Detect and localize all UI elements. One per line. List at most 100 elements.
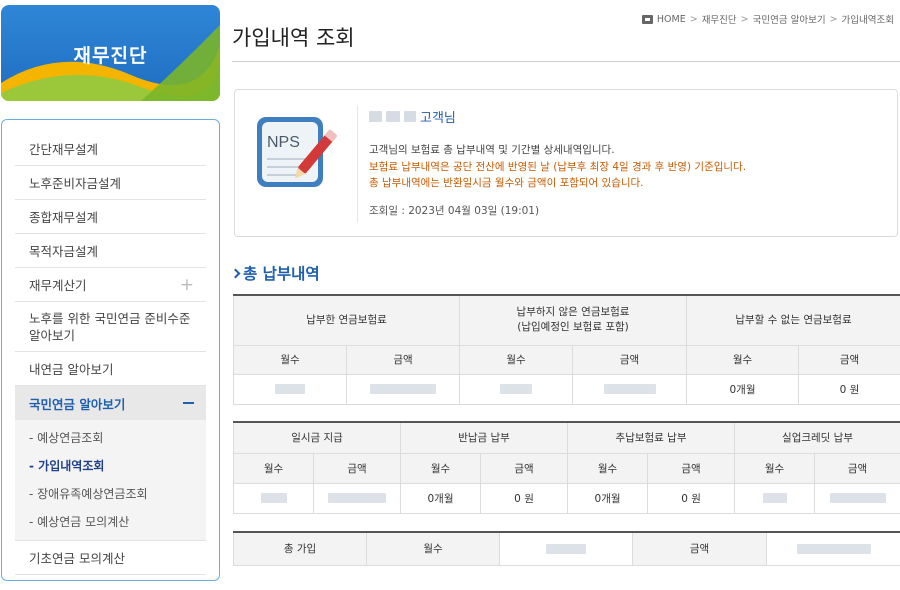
masked-value [766,531,900,566]
sidebar-item-simple-planning[interactable]: 간단재무설계 [15,132,206,166]
header-unpaid-premium-title: 납부하지 않은 연금보험료 [516,306,630,319]
sidebar-item-label: 내연금 알아보기 [29,362,114,377]
info-line-3: 총 납부내역에는 반환일시금 월수와 금액이 포함되어 있습니다. [369,177,644,189]
sidebar-item-label: 노후를 위한 국민연금 준비수준 알아보기 [29,310,191,343]
minus-icon [183,402,194,404]
total-enrollment-label: 총 가입 [233,531,367,566]
sidebar-item-my-pension[interactable]: 내연금 알아보기 [15,352,206,386]
masked-value [814,482,900,514]
sidebar-item-basic-pension[interactable]: 기초연금 모의계산 [15,541,206,575]
masked-name [386,111,400,122]
card-divider [357,105,358,223]
customer-suffix: 고객님 [420,111,456,126]
masked-value [499,531,633,566]
total-months-label: 월수 [366,531,500,566]
sidebar-item-label: 노후준비자금설계 [29,176,122,191]
col-amount: 금액 [346,344,460,375]
total-enrollment-table: 총 가입 월수 금액 [233,531,900,566]
sidebar-item-label: 재무계산기 [29,278,87,293]
masked-name [369,111,382,122]
section-heading: 총 납부내역 [230,262,320,284]
sidebar-menu: 간단재무설계 노후준비자금설계 종합재무설계 목적자금설계 재무계산기 + 노후… [1,119,220,581]
chevron-right-icon [230,268,241,278]
header-additional-payment: 추납보험료 납부 [567,421,736,454]
breadcrumb: HOME > 재무진단 > 국민연금 알아보기 > 가입내역조회 [641,12,894,26]
payment-detail-table: 일시금 지급 반납금 납부 추납보험료 납부 실업크레딧 납부 월수 금액 월수… [232,421,900,514]
col-months: 월수 [233,344,347,375]
sidebar-item-label: 기초연금 모의계산 [29,551,125,566]
customer-info-card: NPS 고객님 고객님의 보험료 총 납부내역 및 기간별 상세내역입니다. 보… [234,89,898,237]
sidebar-item-goal-fund[interactable]: 목적자금설계 [15,234,206,268]
additional-amount: 0 원 [647,482,736,514]
repayment-amount: 0 원 [480,482,569,514]
additional-months: 0개월 [567,482,649,514]
col-months: 월수 [459,344,573,375]
col-amount: 금액 [814,452,900,484]
header-lump-sum: 일시금 지급 [232,421,402,454]
sidebar-item-label: 목적자금설계 [29,244,99,259]
col-months: 월수 [734,452,816,484]
masked-value [572,373,687,405]
sidebar-item-national-pension[interactable]: 국민연금 알아보기 [15,386,206,420]
breadcrumb-separator: > [829,13,838,25]
title-divider [232,61,900,62]
info-text: 고객님의 보험료 총 납부내역 및 기간별 상세내역입니다. 보험료 납부내역은… [369,142,746,192]
header-unemployment-credit: 실업크레딧 납부 [734,421,900,454]
nps-icon-label: NPS [267,134,300,151]
info-line-2: 보험료 납부내역은 공단 전산에 반영된 날 (납부후 최장 4일 경과 후 반… [369,160,747,173]
masked-value [233,482,314,514]
col-amount: 금액 [798,344,900,375]
sidebar-item-calculator[interactable]: 재무계산기 + [15,268,206,302]
sidebar-item-label: 간단재무설계 [29,142,99,157]
masked-value [734,482,816,514]
header-repayment: 반납금 납부 [400,421,569,454]
unpayable-amount: 0 원 [798,373,900,405]
unpayable-months: 0개월 [686,373,799,405]
page-title: 가입내역 조회 [232,26,355,50]
masked-value [459,373,573,405]
payment-summary-table: 납부한 연금보험료 납부하지 않은 연금보험료 (납입예정인 보험료 포함) 납… [233,294,900,405]
breadcrumb-separator: > [689,13,698,25]
submenu-item-pension-simulation[interactable]: - 예상연금 모의계산 [15,508,206,536]
sidebar-item-comprehensive-planning[interactable]: 종합재무설계 [15,200,206,234]
masked-value [233,373,347,405]
breadcrumb-home[interactable]: HOME [657,14,686,25]
sidebar-item-retirement-fund[interactable]: 노후준비자금설계 [15,166,206,200]
col-months: 월수 [233,452,314,484]
col-amount: 금액 [312,452,402,484]
plus-icon: + [179,274,194,295]
sidebar-item-label: 종합재무설계 [29,210,99,225]
header-paid-premium: 납부한 연금보험료 [233,294,460,346]
col-amount: 금액 [572,344,687,375]
header-unpaid-premium: 납부하지 않은 연금보험료 (납입예정인 보험료 포함) [459,294,687,346]
sidebar-submenu: - 예상연금조회 - 가입내역조회 - 장애유족예상연금조회 - 예상연금 모의… [15,420,206,541]
banner-title: 재무진단 [73,45,148,67]
submenu-item-disability-survivor[interactable]: - 장애유족예상연금조회 [15,480,206,508]
breadcrumb-finance[interactable]: 재무진단 [702,12,737,26]
masked-name [404,111,416,122]
breadcrumb-national-pension[interactable]: 국민연금 알아보기 [753,12,826,26]
breadcrumb-separator: > [740,13,749,25]
total-amount-label: 금액 [632,531,767,566]
info-line-1: 고객님의 보험료 총 납부내역 및 기간별 상세내역입니다. [369,144,615,156]
lookup-date: 조회일 : 2023년 04월 03일 (19:01) [369,205,540,217]
sidebar-item-pension-readiness[interactable]: 노후를 위한 국민연금 준비수준 알아보기 [15,302,206,352]
col-amount: 금액 [647,452,736,484]
col-amount: 금액 [480,452,569,484]
col-months: 월수 [400,452,482,484]
masked-value [312,482,402,514]
submenu-item-enrollment-history[interactable]: - 가입내역조회 [15,452,206,480]
sidebar-item-label: 국민연금 알아보기 [29,396,126,412]
customer-name: 고객님 [369,107,456,126]
repayment-months: 0개월 [400,482,482,514]
breadcrumb-current: 가입내역조회 [841,15,894,26]
home-icon [641,14,653,24]
nps-document-icon: NPS [257,117,337,187]
col-months: 월수 [686,344,799,375]
section-title: 총 납부내역 [243,265,320,283]
header-unpayable-premium: 납부할 수 없는 연금보험료 [686,294,900,346]
submenu-item-expected-pension[interactable]: - 예상연금조회 [15,424,206,452]
masked-value [346,373,460,405]
col-months: 월수 [567,452,649,484]
header-unpaid-premium-sub: (납입예정인 보험료 포함) [517,321,629,334]
